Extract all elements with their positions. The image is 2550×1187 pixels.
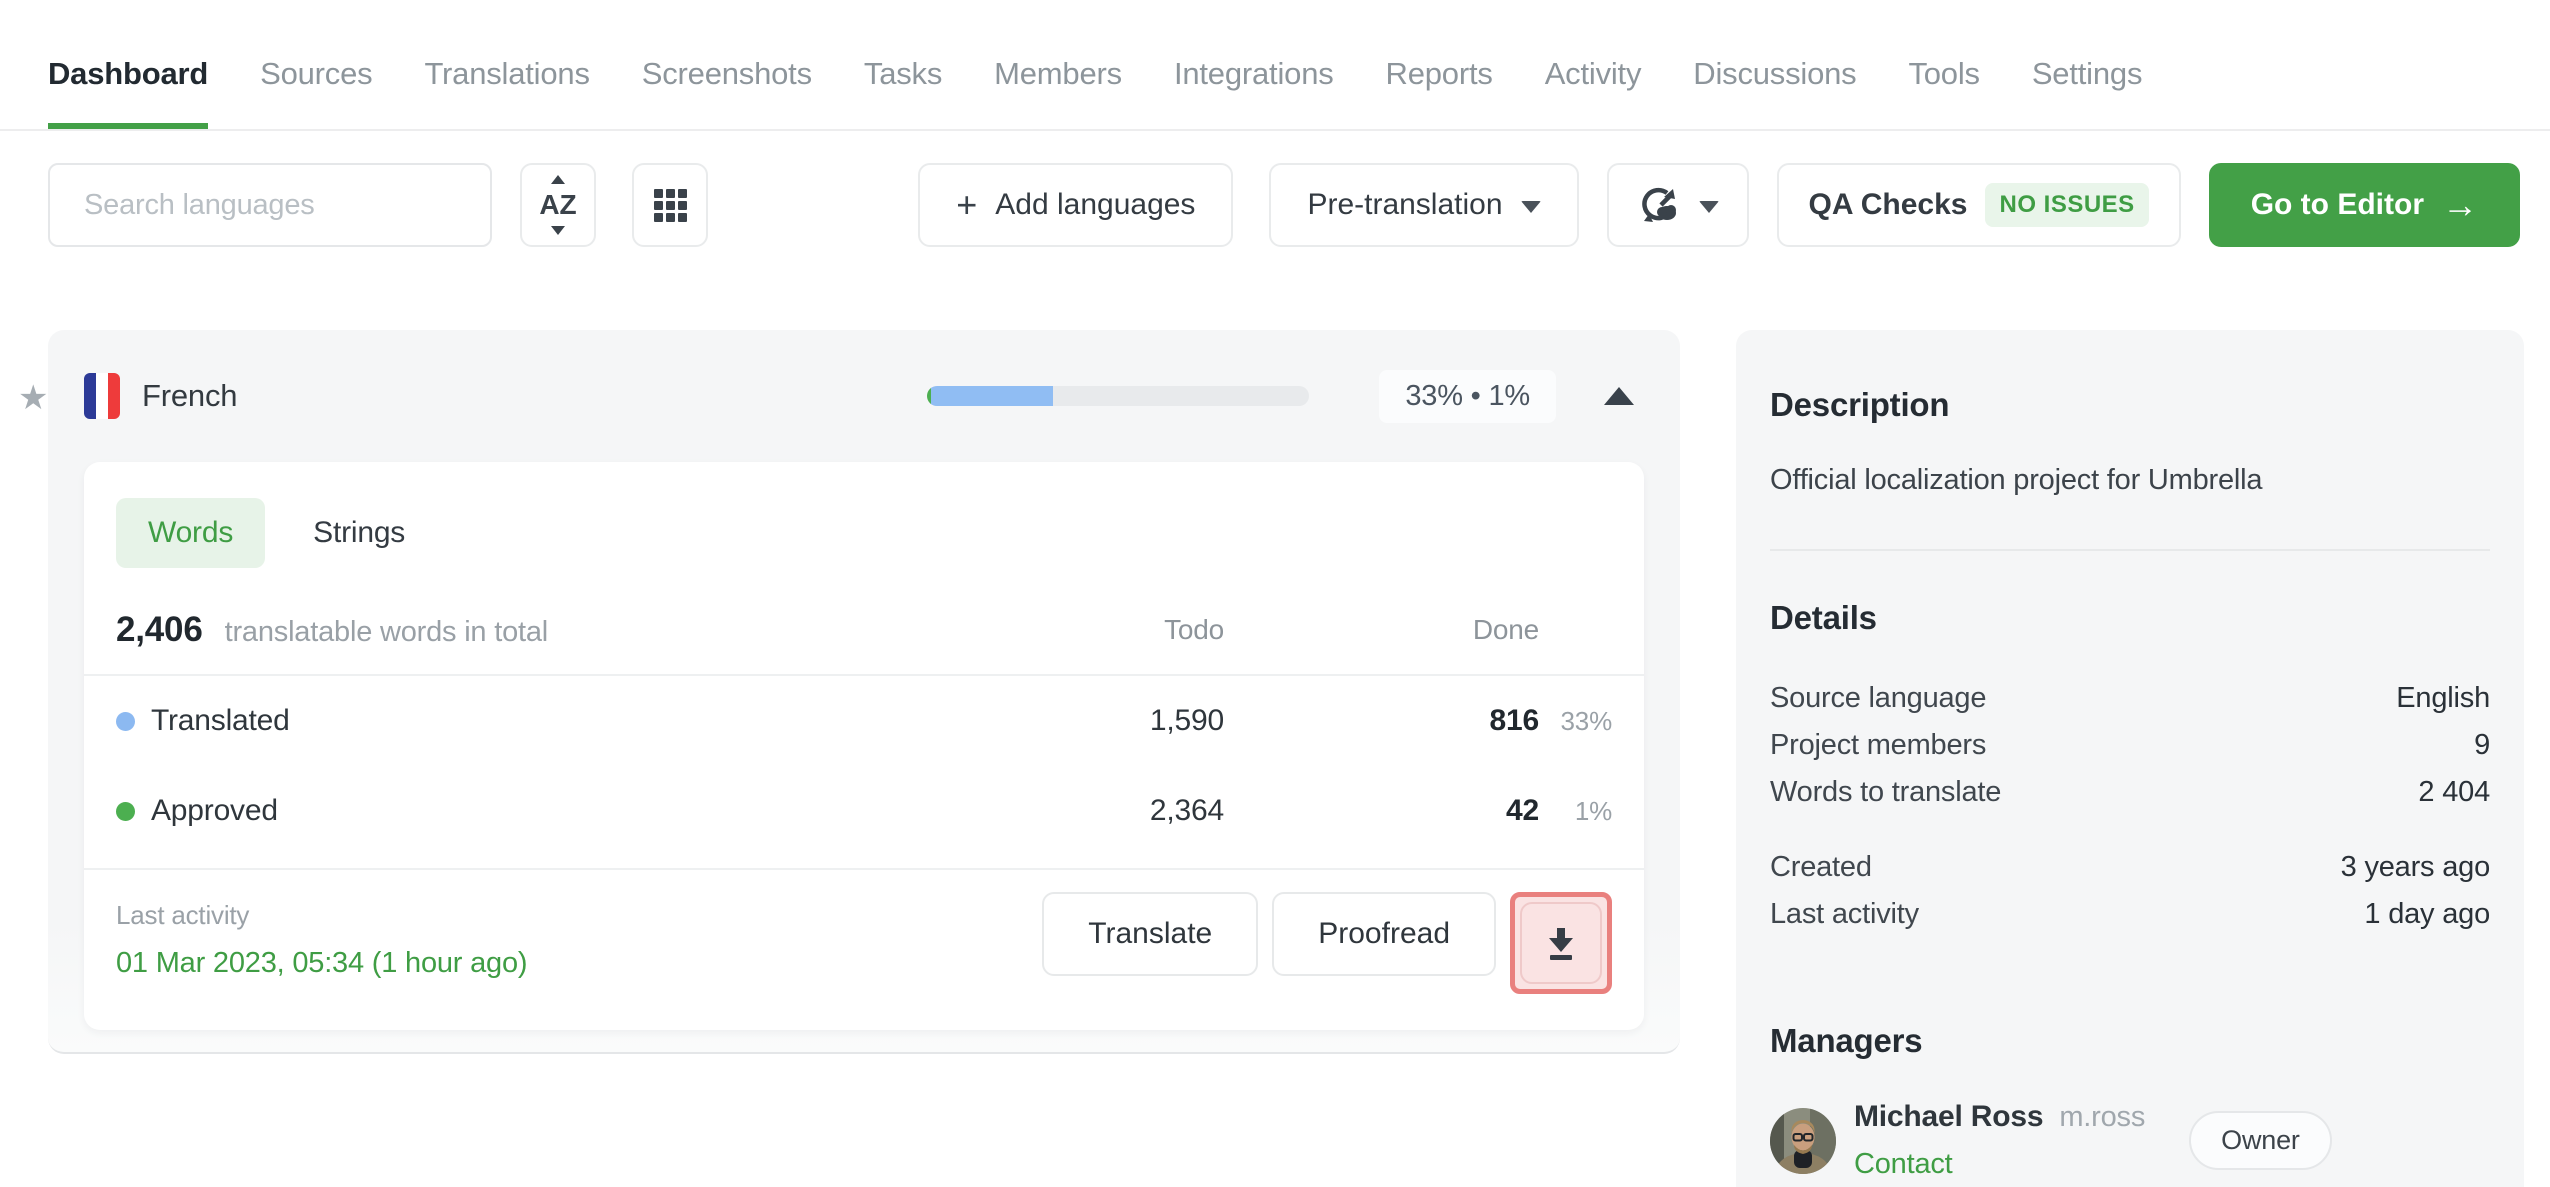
nav-tab-reports[interactable]: Reports xyxy=(1386,0,1493,129)
manager-contact-link[interactable]: Contact xyxy=(1854,1148,2145,1181)
language-stats-card: Words Strings 2,406 translatable words i… xyxy=(84,462,1644,1030)
nav-tab-discussions[interactable]: Discussions xyxy=(1693,0,1856,129)
approved-done-value: 42 xyxy=(1506,794,1539,827)
details-title: Details xyxy=(1770,599,1877,636)
table-row-approved: Approved 2,364 42 1% xyxy=(116,766,1612,856)
search-input[interactable] xyxy=(48,163,492,247)
tab-words[interactable]: Words xyxy=(116,498,266,568)
chevron-down-icon xyxy=(1520,201,1541,213)
units-tabs: Words Strings xyxy=(116,498,1612,568)
language-card-french: French 33% • 1% Words Strings 2,406 tran… xyxy=(48,330,1680,1054)
nav-tab-translations[interactable]: Translations xyxy=(424,0,590,129)
top-nav: Dashboard Sources Translations Screensho… xyxy=(0,0,2550,131)
go-to-editor-button[interactable]: Go to Editor → xyxy=(2208,163,2520,247)
nav-tab-screenshots[interactable]: Screenshots xyxy=(642,0,812,129)
grid-icon xyxy=(653,188,687,222)
description-text: Official localization project for Umbrel… xyxy=(1770,464,2263,496)
detail-row-words-to-translate: Words to translate 2 404 xyxy=(1770,776,2490,808)
grid-view-button[interactable] xyxy=(632,163,708,247)
detail-row-last-activity: Last activity 1 day ago xyxy=(1770,898,2490,930)
manager-list-item: Michael Ross m.ross Contact Owner xyxy=(1770,1100,2490,1181)
translated-dot-icon xyxy=(116,711,135,731)
last-activity-label: Last activity xyxy=(116,900,250,930)
description-title: Description xyxy=(1770,386,1950,423)
toolbar: AZ + Add languages Pre-translation xyxy=(48,163,2520,247)
nav-tab-sources[interactable]: Sources xyxy=(260,0,373,129)
project-info-sidebar: Description Official localization projec… xyxy=(1736,330,2524,1187)
avatar xyxy=(1770,1107,1836,1174)
plus-icon: + xyxy=(956,184,978,225)
detail-row-source-language: Source language English xyxy=(1770,682,2490,714)
approved-pct-value: 1% xyxy=(1574,795,1612,826)
language-name: French xyxy=(142,378,238,413)
qa-checks-button[interactable]: QA Checks NO ISSUES xyxy=(1776,163,2181,247)
owner-badge: Owner xyxy=(2189,1111,2332,1170)
download-icon xyxy=(1549,928,1573,960)
sort-az-icon: AZ xyxy=(535,175,580,235)
chevron-down-icon xyxy=(1698,201,1719,213)
french-flag-icon xyxy=(84,373,120,419)
annotation-highlight-box xyxy=(1510,892,1612,994)
nav-tab-tasks[interactable]: Tasks xyxy=(864,0,942,129)
translated-todo-value: 1,590 xyxy=(1149,704,1224,737)
tab-strings[interactable]: Strings xyxy=(281,498,437,568)
total-words-value: 2,406 xyxy=(116,610,203,649)
managers-title: Managers xyxy=(1770,1022,1923,1059)
divider xyxy=(1770,549,2490,551)
nav-tab-dashboard[interactable]: Dashboard xyxy=(48,0,208,129)
download-button[interactable] xyxy=(1520,902,1602,984)
nav-tab-members[interactable]: Members xyxy=(994,0,1122,129)
nav-tab-integrations[interactable]: Integrations xyxy=(1174,0,1334,129)
detail-row-project-members: Project members 9 xyxy=(1770,729,2490,761)
qa-status-badge: NO ISSUES xyxy=(1985,183,2149,227)
language-card-header[interactable]: French 33% • 1% xyxy=(48,330,1680,462)
progress-translated xyxy=(931,386,1054,406)
table-row-translated: Translated 1,590 816 33% xyxy=(116,676,1612,766)
approved-dot-icon xyxy=(116,801,135,821)
add-languages-button[interactable]: + Add languages xyxy=(918,163,1234,247)
stats-card-footer: Last activity 01 Mar 2023, 05:34 (1 hour… xyxy=(84,868,1644,1030)
pre-translation-button[interactable]: Pre-translation xyxy=(1269,163,1579,247)
approved-todo-value: 2,364 xyxy=(1149,794,1224,827)
sync-dropdown-button[interactable] xyxy=(1606,163,1749,247)
cloud-sync-icon xyxy=(1641,187,1676,222)
manager-name: Michael Ross xyxy=(1854,1100,2044,1133)
collapse-caret-icon[interactable] xyxy=(1604,387,1634,405)
nav-tab-activity[interactable]: Activity xyxy=(1545,0,1642,129)
translation-progress-bar xyxy=(927,386,1310,406)
detail-row-created: Created 3 years ago xyxy=(1770,851,2490,883)
nav-tab-settings[interactable]: Settings xyxy=(2032,0,2143,129)
stats-table-header: 2,406 translatable words in total Todo D… xyxy=(84,610,1644,676)
nav-tab-tools[interactable]: Tools xyxy=(1908,0,1980,129)
sort-az-button[interactable]: AZ xyxy=(520,163,596,247)
column-header-done: Done xyxy=(1472,614,1539,645)
last-activity-date[interactable]: 01 Mar 2023, 05:34 (1 hour ago) xyxy=(116,947,528,980)
translate-button[interactable]: Translate xyxy=(1042,892,1259,976)
favorite-star-icon[interactable]: ★ xyxy=(18,378,48,418)
translated-pct-value: 33% xyxy=(1560,705,1613,736)
translated-done-value: 816 xyxy=(1489,704,1540,737)
total-words-caption: translatable words in total xyxy=(224,616,549,648)
progress-percent-chip: 33% • 1% xyxy=(1379,369,1556,423)
column-header-todo: Todo xyxy=(1164,614,1224,645)
arrow-right-icon: → xyxy=(2442,184,2478,225)
manager-username: m.ross xyxy=(2059,1101,2146,1133)
proofread-button[interactable]: Proofread xyxy=(1272,892,1496,976)
